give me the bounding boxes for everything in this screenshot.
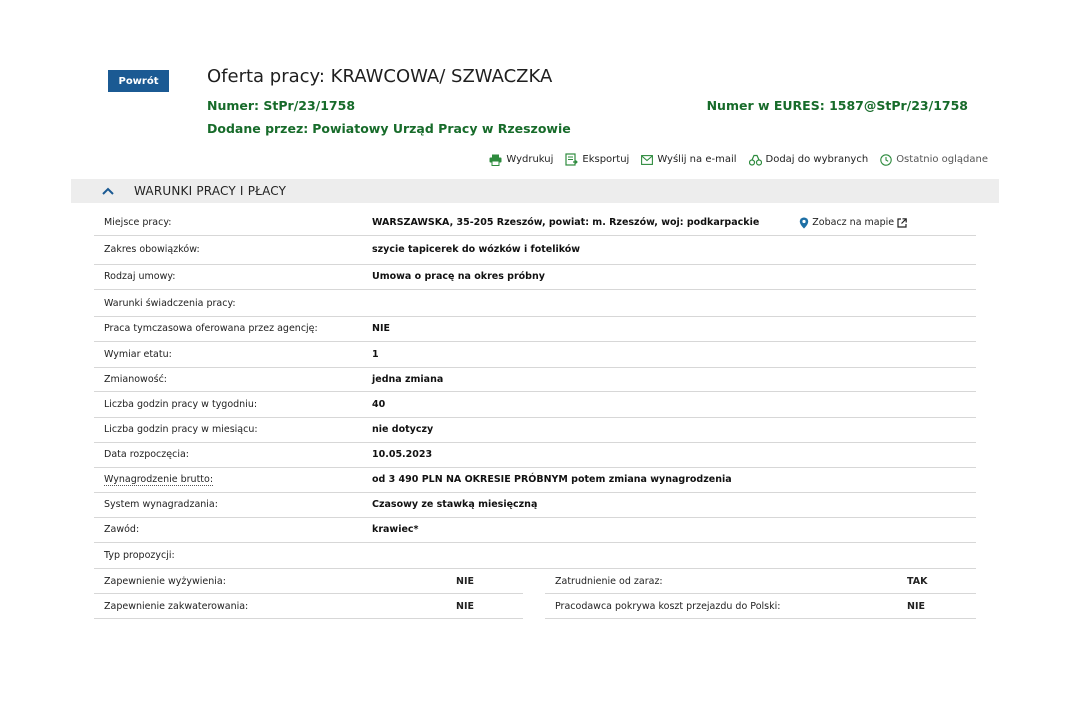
print-action[interactable]: Wydrukuj xyxy=(489,154,553,166)
eures-number: Numer w EURES: 1587@StPr/23/1758 xyxy=(707,98,968,113)
table-row: Liczba godzin pracy w tygodniu: 40 xyxy=(94,392,976,418)
row-label: Zapewnienie zakwaterowania: xyxy=(104,600,249,612)
row-value: szycie tapicerek do wózków i fotelików xyxy=(372,244,581,255)
table-row: Zmianowość: jedna zmiana xyxy=(94,368,976,392)
table-row: Wynagrodzenie brutto: od 3 490 PLN NA OK… xyxy=(94,468,976,493)
row-value: nie dotyczy xyxy=(372,424,434,436)
row-label[interactable]: Wynagrodzenie brutto: xyxy=(94,474,372,487)
section-header[interactable]: WARUNKI PRACY I PŁACY xyxy=(71,179,999,203)
workplace-value: WARSZAWSKA, 35-205 Rzeszów, powiat: m. R… xyxy=(372,217,760,229)
row-label: Miejsce pracy: xyxy=(104,217,172,229)
row-label: Zatrudnienie od zaraz: xyxy=(555,575,663,587)
envelope-icon xyxy=(641,154,654,165)
row-value: od 3 490 PLN NA OKRESIE PRÓBNYM potem zm… xyxy=(372,474,732,486)
action-toolbar: Wydrukuj Eksportuj Wyślij na e-mail Doda… xyxy=(489,153,988,166)
job-offer-page: Powrót Oferta pracy: KRAWCOWA/ SZWACZKA … xyxy=(0,0,1080,720)
split-row: Zapewnienie zakwaterowania: NIE Pracodaw… xyxy=(94,594,976,619)
row-value: NIE xyxy=(372,323,390,335)
email-action[interactable]: Wyślij na e-mail xyxy=(641,154,737,165)
map-pin-icon xyxy=(800,217,809,229)
added-by-label: Dodane przez: xyxy=(207,121,309,136)
chevron-up-icon xyxy=(102,187,114,195)
table-row: Miejsce pracy: WARSZAWSKA, 35-205 Rzeszó… xyxy=(94,211,976,236)
print-label: Wydrukuj xyxy=(506,154,554,165)
eures-number-value: 1587@StPr/23/1758 xyxy=(829,98,968,113)
row-value: NIE xyxy=(907,600,925,612)
row-label: Rodzaj umowy: xyxy=(104,271,176,283)
row-label: Praca tymczasowa oferowana przez agencję… xyxy=(104,323,318,335)
row-label: Data rozpoczęcia: xyxy=(104,449,189,461)
map-link[interactable]: Zobacz na mapie xyxy=(799,217,907,229)
offer-number-value: StPr/23/1758 xyxy=(263,98,356,113)
row-label: Typ propozycji: xyxy=(104,550,175,561)
table-row: System wynagradzania: Czasowy ze stawką … xyxy=(94,493,976,518)
table-row: Typ propozycji: xyxy=(94,543,976,569)
table-row: Zatrudnienie od zaraz: TAK xyxy=(545,569,976,594)
row-value: 10.05.2023 xyxy=(372,449,433,461)
added-by: Dodane przez: Powiatowy Urząd Pracy w Rz… xyxy=(207,121,571,136)
email-label: Wyślij na e-mail xyxy=(657,154,737,165)
table-row: Zapewnienie zakwaterowania: NIE xyxy=(94,594,523,619)
table-row: Zawód: krawiec* xyxy=(94,518,976,543)
table-row: Warunki świadczenia pracy: xyxy=(94,290,976,317)
row-value: WARSZAWSKA, 35-205 Rzeszów, powiat: m. R… xyxy=(372,217,976,229)
recent-label: Ostatnio oglądane xyxy=(896,154,988,165)
row-label: Zawód: xyxy=(104,524,140,536)
split-row: Zapewnienie wyżywienia: NIE Zatrudnienie… xyxy=(94,569,976,594)
table-row: Rodzaj umowy: Umowa o pracę na okres pró… xyxy=(94,265,976,290)
offer-number: Numer: StPr/23/1758 xyxy=(207,98,355,113)
page-title: Oferta pracy: KRAWCOWA/ SZWACZKA xyxy=(207,66,553,87)
row-label: Zapewnienie wyżywienia: xyxy=(104,575,226,587)
row-label: Pracodawca pokrywa koszt przejazdu do Po… xyxy=(555,600,781,612)
clock-icon xyxy=(880,153,892,166)
printer-icon xyxy=(489,154,502,166)
favorite-label: Dodaj do wybranych xyxy=(765,154,869,165)
row-label: Zmianowość: xyxy=(104,373,168,385)
table-row: Zakres obowiązków: szycie tapicerek do w… xyxy=(94,236,976,265)
collapse-toggle[interactable] xyxy=(102,187,114,195)
table-row: Data rozpoczęcia: 10.05.2023 xyxy=(94,443,976,468)
table-row: Wymiar etatu: 1 xyxy=(94,342,976,368)
details-table: Miejsce pracy: WARSZAWSKA, 35-205 Rzeszó… xyxy=(94,211,976,619)
back-button[interactable]: Powrót xyxy=(108,70,169,92)
row-value: Umowa o pracę na okres próbny xyxy=(372,271,545,283)
export-icon xyxy=(565,153,579,166)
row-value: TAK xyxy=(907,575,928,587)
row-label: System wynagradzania: xyxy=(104,499,218,511)
row-label: Zakres obowiązków: xyxy=(104,244,200,255)
section-title: WARUNKI PRACY I PŁACY xyxy=(134,184,287,198)
table-row: Pracodawca pokrywa koszt przejazdu do Po… xyxy=(545,594,976,619)
row-label: Wymiar etatu: xyxy=(104,348,172,360)
recent-action[interactable]: Ostatnio oglądane xyxy=(880,153,988,166)
row-label: Liczba godzin pracy w miesiącu: xyxy=(104,424,258,436)
eures-number-label: Numer w EURES: xyxy=(706,98,825,113)
table-row: Praca tymczasowa oferowana przez agencję… xyxy=(94,317,976,342)
map-link-label: Zobacz na mapie xyxy=(812,217,895,229)
export-label: Eksportuj xyxy=(582,154,630,165)
favorite-icon xyxy=(748,154,762,166)
row-value: Czasowy ze stawką miesięczną xyxy=(372,499,538,511)
row-value: jedna zmiana xyxy=(372,373,444,385)
row-value: 1 xyxy=(372,348,379,360)
salary-label[interactable]: Wynagrodzenie brutto: xyxy=(104,474,214,487)
row-label: Liczba godzin pracy w tygodniu: xyxy=(104,398,258,410)
table-row: Zapewnienie wyżywienia: NIE xyxy=(94,569,523,594)
favorite-action[interactable]: Dodaj do wybranych xyxy=(748,154,869,166)
row-value: krawiec* xyxy=(372,524,419,536)
offer-number-label: Numer: xyxy=(207,98,260,113)
row-label: Warunki świadczenia pracy: xyxy=(104,297,236,309)
table-row: Liczba godzin pracy w miesiącu: nie doty… xyxy=(94,418,976,443)
row-value: NIE xyxy=(456,600,474,612)
export-action[interactable]: Eksportuj xyxy=(565,153,629,166)
row-value: NIE xyxy=(456,575,474,587)
row-value: 40 xyxy=(372,398,386,410)
external-link-icon xyxy=(897,217,907,228)
added-by-office: Powiatowy Urząd Pracy w Rzeszowie xyxy=(312,121,571,136)
